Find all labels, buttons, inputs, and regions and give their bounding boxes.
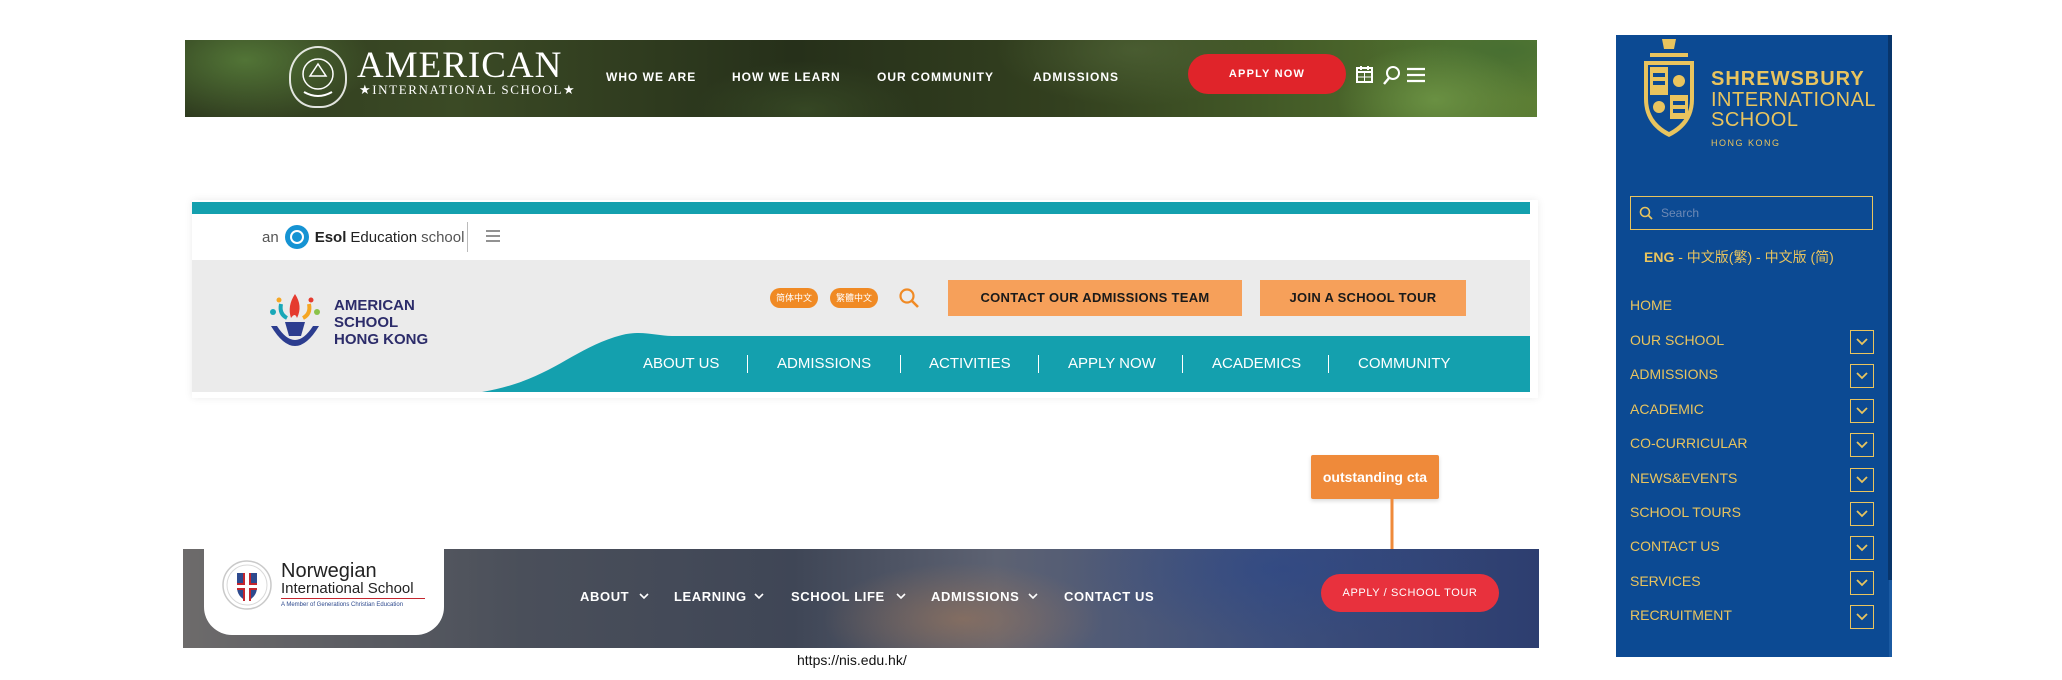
menu-icon[interactable]: [1404, 60, 1428, 90]
shrewsbury-name-line2[interactable]: INTERNATIONAL: [1711, 90, 1876, 110]
nav-divider: [1182, 355, 1183, 373]
sidebar-item-admissions[interactable]: ADMISSIONS: [1630, 363, 1718, 385]
nis-url-caption: https://nis.edu.hk/: [797, 652, 907, 668]
chevron-down-icon[interactable]: [639, 591, 649, 601]
ashk-nav-community[interactable]: COMMUNITY: [1358, 353, 1451, 375]
contact-admissions-team-button[interactable]: CONTACT OUR ADMISSIONS TEAM: [948, 280, 1242, 316]
ais-crest-icon[interactable]: [289, 46, 347, 108]
ashk-name-line2: SCHOOL: [334, 314, 399, 331]
sidebar-item-home[interactable]: HOME: [1630, 294, 1672, 316]
lang-separator: -: [1674, 249, 1687, 265]
nav-divider: [1328, 355, 1329, 373]
ashk-nav-apply-now[interactable]: APPLY NOW: [1068, 353, 1156, 375]
lang-eng-link[interactable]: ENG: [1644, 249, 1674, 265]
sidebar-item-school-tours[interactable]: SCHOOL TOURS: [1630, 501, 1741, 523]
search-icon[interactable]: [897, 286, 923, 312]
nis-nav-contact-us[interactable]: CONTACT US: [1064, 587, 1154, 607]
language-switcher: ENG - 中文版(繁) - 中文版 (简): [1644, 247, 1834, 267]
nav-divider: [900, 355, 901, 373]
esol-brand: Esol: [314, 228, 347, 246]
nis-nav-learning[interactable]: LEARNING: [674, 587, 747, 607]
sidebar-scroll-edge: [1888, 35, 1892, 580]
lang-traditional-chinese-button[interactable]: 繁體中文: [830, 288, 879, 308]
chevron-down-icon[interactable]: [1850, 364, 1874, 388]
sidebar-item-our-school[interactable]: OUR SCHOOL: [1630, 329, 1724, 351]
outstanding-cta-annotation: outstanding cta: [1311, 455, 1439, 499]
nis-header: Norwegian International School A Member …: [183, 549, 1539, 648]
shrewsbury-search-input[interactable]: Search: [1630, 196, 1873, 230]
lang-separator: -: [1752, 249, 1765, 265]
nis-nav-admissions[interactable]: ADMISSIONS: [931, 587, 1019, 607]
lang-simp-chinese-link[interactable]: 中文版 (简): [1765, 249, 1834, 265]
nis-nav-school-life[interactable]: SCHOOL LIFE: [791, 587, 885, 607]
nis-tagline: A Member of Generations Christian Educat…: [281, 602, 404, 608]
search-icon[interactable]: [1379, 60, 1403, 90]
esol-badge[interactable]: an Esol Education school: [262, 225, 464, 249]
sidebar-item-news-events[interactable]: NEWS&EVENTS: [1630, 467, 1737, 489]
shrewsbury-sidebar: SHREWSBURY INTERNATIONAL SCHOOL HONG KON…: [1616, 35, 1892, 657]
chevron-down-icon[interactable]: [1850, 536, 1874, 560]
divider: [467, 222, 468, 252]
ais-apply-now-button[interactable]: APPLY NOW: [1188, 54, 1346, 94]
esol-prefix: an: [262, 228, 279, 246]
ashk-header: an Esol Education school AMERICAN SCHOOL…: [192, 200, 1538, 398]
ashk-top-bar: [192, 202, 1530, 214]
chevron-down-icon[interactable]: [1850, 605, 1874, 629]
esol-logo-icon: [284, 225, 309, 249]
ais-header: AMERICAN ★INTERNATIONAL SCHOOL★ WHO WE A…: [185, 40, 1537, 117]
nis-shield-logo-icon[interactable]: [221, 559, 273, 611]
sidebar-item-contact-us[interactable]: CONTACT US: [1630, 535, 1720, 557]
ais-nav-who-we-are[interactable]: WHO WE ARE: [606, 65, 696, 89]
chevron-down-icon[interactable]: [896, 591, 906, 601]
join-school-tour-button[interactable]: JOIN A SCHOOL TOUR: [1260, 280, 1466, 316]
search-placeholder: Search: [1661, 206, 1700, 220]
menu-icon[interactable]: [484, 228, 502, 244]
nav-divider: [1038, 355, 1039, 373]
chevron-down-icon[interactable]: [1850, 571, 1874, 595]
sidebar-item-co-curricular[interactable]: CO-CURRICULAR: [1630, 432, 1747, 454]
sidebar-item-recruitment[interactable]: RECRUITMENT: [1630, 604, 1732, 626]
ashk-name-line1: AMERICAN: [334, 297, 415, 314]
search-icon: [1639, 206, 1653, 220]
chevron-down-icon[interactable]: [1850, 330, 1874, 354]
shrewsbury-name-line1[interactable]: SHREWSBURY: [1711, 69, 1865, 89]
shrewsbury-name-line3[interactable]: SCHOOL: [1711, 110, 1798, 130]
esol-suffix: school: [421, 228, 465, 246]
ais-brand-subtitle[interactable]: ★INTERNATIONAL SCHOOL★: [359, 82, 576, 98]
ashk-school-name[interactable]: AMERICAN SCHOOL HONG KONG: [334, 297, 428, 348]
ais-nav-admissions[interactable]: ADMISSIONS: [1033, 65, 1119, 89]
chevron-down-icon[interactable]: [1028, 591, 1038, 601]
ais-brand-name[interactable]: AMERICAN: [357, 46, 562, 86]
nis-name-line2: International School: [281, 580, 414, 597]
shrewsbury-crest-icon[interactable]: [1636, 37, 1702, 149]
ashk-name-line3: HONG KONG: [334, 331, 429, 348]
ashk-nav-academics[interactable]: ACADEMICS: [1212, 353, 1301, 375]
calendar-icon[interactable]: [1353, 60, 1377, 90]
shrewsbury-name-line4: HONG KONG: [1711, 138, 1781, 148]
lang-trad-chinese-link[interactable]: 中文版(繁): [1687, 249, 1752, 265]
lang-simplified-chinese-button[interactable]: 简体中文: [770, 288, 819, 308]
nis-name-rule: [281, 598, 425, 599]
chevron-down-icon[interactable]: [1850, 433, 1874, 457]
ashk-nav-about-us[interactable]: ABOUT US: [643, 353, 719, 375]
nav-divider: [747, 355, 748, 373]
chevron-down-icon[interactable]: [754, 591, 764, 601]
chevron-down-icon[interactable]: [1850, 468, 1874, 492]
nis-nav-about[interactable]: ABOUT: [580, 587, 629, 607]
nis-apply-school-tour-button[interactable]: APPLY / SCHOOL TOUR: [1321, 574, 1499, 612]
chevron-down-icon[interactable]: [1850, 502, 1874, 526]
ashk-nav-activities[interactable]: ACTIVITIES: [929, 353, 1011, 375]
ashk-nav-admissions[interactable]: ADMISSIONS: [777, 353, 871, 375]
sidebar-item-academic[interactable]: ACADEMIC: [1630, 398, 1704, 420]
sidebar-item-services[interactable]: SERVICES: [1630, 570, 1701, 592]
ais-nav-our-community[interactable]: OUR COMMUNITY: [877, 65, 994, 89]
ashk-torch-logo-icon[interactable]: [259, 288, 331, 360]
chevron-down-icon[interactable]: [1850, 399, 1874, 423]
esol-mid: Education: [350, 228, 418, 246]
ais-nav-how-we-learn[interactable]: HOW WE LEARN: [732, 65, 841, 89]
